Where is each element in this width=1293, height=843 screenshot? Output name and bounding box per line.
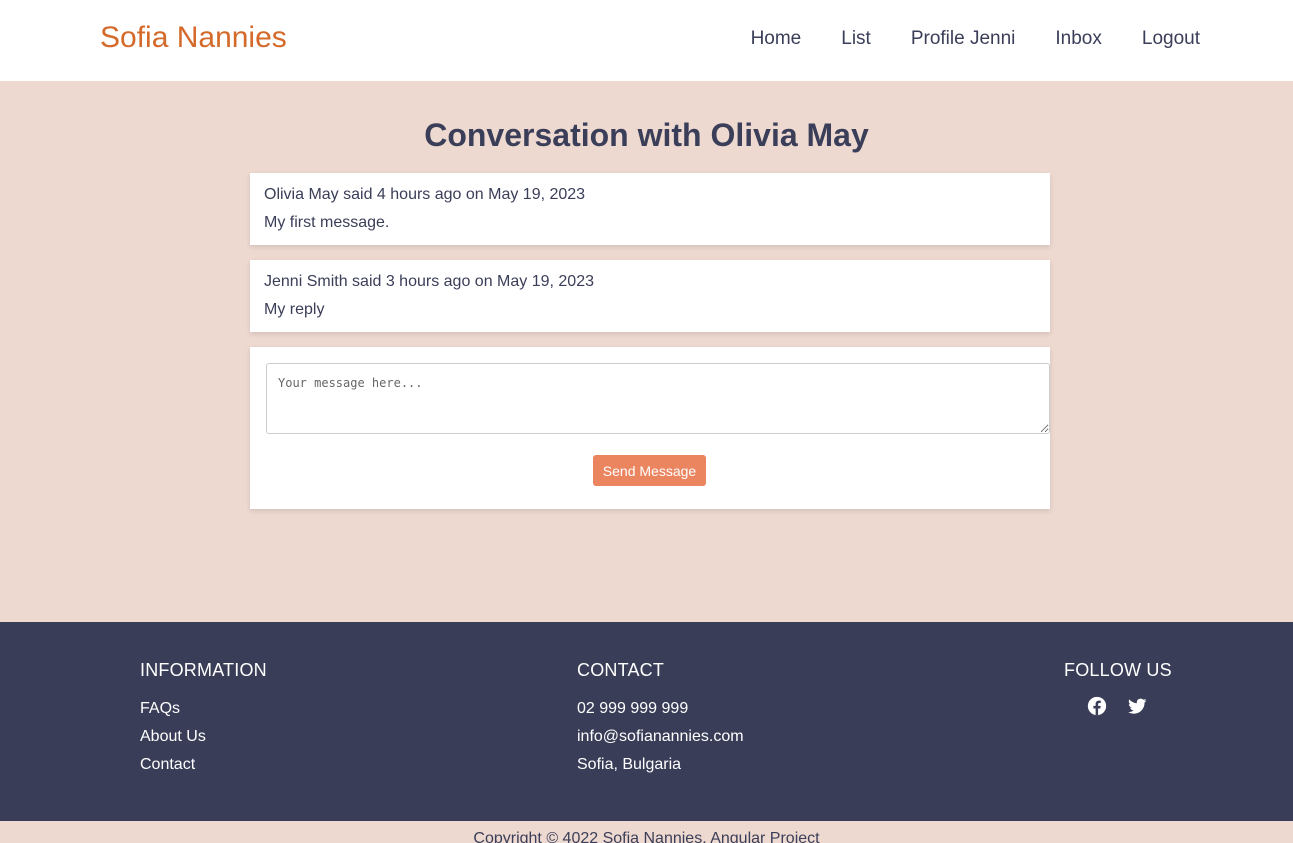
compose-form: Send Message <box>250 347 1050 509</box>
contact-address: Sofia, Bulgaria <box>577 756 682 773</box>
footer-about-link[interactable]: About Us <box>140 723 267 751</box>
nav-home-link[interactable]: Home <box>751 28 802 50</box>
main-nav: Home List Profile Jenni Inbox Logout <box>711 28 1200 50</box>
footer-contact: CONTACT 02 999 999 999 info@sofianannies… <box>577 660 744 779</box>
footer-contact-heading: CONTACT <box>577 660 665 680</box>
nav-profile-link[interactable]: Profile Jenni <box>911 28 1016 50</box>
social-links <box>1064 695 1172 719</box>
message-body: My reply <box>264 301 325 318</box>
message-input[interactable] <box>266 363 1050 434</box>
nav-inbox-link[interactable]: Inbox <box>1055 28 1101 50</box>
footer-follow-heading: FOLLOW US <box>1064 660 1172 680</box>
page-title: Conversation with Olivia May <box>424 117 869 153</box>
copyright-text: Copyright © 4022 Sofia Nannies. Angular … <box>0 821 1293 843</box>
message-card: Olivia May said 4 hours ago on May 19, 2… <box>250 173 1050 245</box>
site-header: Sofia Nannies Home List Profile Jenni In… <box>0 0 1293 81</box>
twitter-icon[interactable] <box>1126 695 1150 719</box>
send-message-button[interactable]: Send Message <box>593 455 706 486</box>
message-meta: Jenni Smith said 3 hours ago on May 19, … <box>264 273 594 290</box>
message-card: Jenni Smith said 3 hours ago on May 19, … <box>250 260 1050 332</box>
message-body: My first message. <box>264 214 390 231</box>
conversation-section: Conversation with Olivia May Olivia May … <box>0 81 1293 622</box>
footer-information-heading: INFORMATION <box>140 660 267 680</box>
facebook-icon[interactable] <box>1086 695 1110 719</box>
contact-phone: 02 999 999 999 <box>577 700 689 717</box>
nav-list-link[interactable]: List <box>841 28 871 50</box>
message-meta: Olivia May said 4 hours ago on May 19, 2… <box>264 186 586 203</box>
footer-information: INFORMATION FAQs About Us Contact <box>140 660 267 779</box>
footer-contact-link[interactable]: Contact <box>140 751 267 779</box>
footer-faqs-link[interactable]: FAQs <box>140 695 267 723</box>
site-footer: INFORMATION FAQs About Us Contact CONTAC… <box>0 622 1293 821</box>
brand-logo-link[interactable]: Sofia Nannies <box>100 21 287 55</box>
nav-logout-link[interactable]: Logout <box>1142 28 1200 50</box>
footer-follow: FOLLOW US <box>1064 660 1172 719</box>
contact-email: info@sofianannies.com <box>577 728 744 745</box>
